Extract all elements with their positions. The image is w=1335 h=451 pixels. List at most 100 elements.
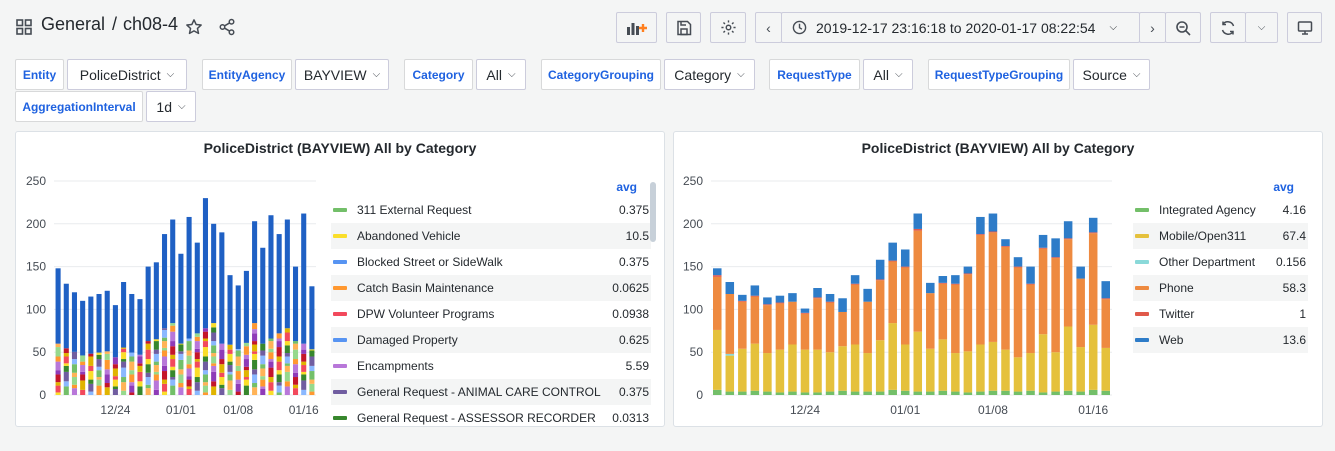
bar-segment[interactable] bbox=[838, 298, 847, 312]
legend-item[interactable]: DPW Volunteer Programs 0.0938 bbox=[331, 301, 651, 327]
bar-segment[interactable] bbox=[129, 392, 135, 395]
bar-segment[interactable] bbox=[186, 338, 192, 342]
bar-segment[interactable] bbox=[292, 384, 299, 389]
bar-segment[interactable] bbox=[202, 341, 209, 348]
bar-segment[interactable] bbox=[194, 352, 200, 360]
bar-segment[interactable] bbox=[170, 385, 176, 395]
bar-segment[interactable] bbox=[301, 380, 307, 390]
bar-segment[interactable] bbox=[63, 365, 69, 372]
bar-segment[interactable] bbox=[80, 355, 86, 362]
bar-segment[interactable] bbox=[1051, 258, 1060, 353]
bar-segment[interactable] bbox=[129, 385, 135, 393]
bar-segment[interactable] bbox=[202, 347, 209, 357]
bar-segment[interactable] bbox=[227, 353, 233, 362]
bar-segment[interactable] bbox=[1013, 266, 1023, 268]
share-icon[interactable] bbox=[217, 17, 237, 37]
variable-select-entity[interactable]: PoliceDistrict ⌵ bbox=[67, 59, 187, 90]
bar-segment[interactable] bbox=[963, 266, 973, 274]
bar-segment[interactable] bbox=[888, 261, 897, 324]
bar-segment[interactable] bbox=[71, 292, 78, 352]
bar-segment[interactable] bbox=[178, 344, 184, 352]
bar-segment[interactable] bbox=[170, 366, 176, 371]
bar-segment[interactable] bbox=[252, 333, 258, 342]
bar-segment[interactable] bbox=[276, 374, 282, 383]
bar-segment[interactable] bbox=[55, 370, 61, 375]
bar-segment[interactable] bbox=[1026, 390, 1035, 395]
bar-segment[interactable] bbox=[276, 338, 282, 342]
bar-segment[interactable] bbox=[963, 273, 973, 275]
bar-segment[interactable] bbox=[938, 283, 948, 340]
bar-segment[interactable] bbox=[825, 302, 835, 353]
bar-segment[interactable] bbox=[186, 368, 192, 377]
bar-segment[interactable] bbox=[276, 361, 282, 371]
cycle-view-mode-button[interactable] bbox=[1287, 12, 1322, 43]
bar-segment[interactable] bbox=[170, 379, 176, 386]
bar-segment[interactable] bbox=[284, 219, 290, 329]
bar-segment[interactable] bbox=[713, 268, 722, 276]
bar-segment[interactable] bbox=[170, 341, 176, 347]
bar-segment[interactable] bbox=[292, 341, 299, 344]
bar-segment[interactable] bbox=[775, 349, 785, 393]
bar-segment[interactable] bbox=[186, 216, 192, 339]
bar-segment[interactable] bbox=[913, 391, 923, 395]
bar-segment[interactable] bbox=[738, 294, 747, 301]
bar-segment[interactable] bbox=[276, 347, 282, 357]
bar-segment[interactable] bbox=[1063, 221, 1073, 239]
bar-segment[interactable] bbox=[1076, 391, 1085, 395]
dashboard-title[interactable]: ch08-4 bbox=[123, 14, 178, 35]
bar-segment[interactable] bbox=[137, 299, 143, 355]
bar-segment[interactable] bbox=[750, 343, 760, 391]
bar-segment[interactable] bbox=[145, 364, 151, 373]
legend-color-swatch[interactable] bbox=[333, 260, 347, 264]
bar-segment[interactable] bbox=[863, 353, 872, 392]
bar-segment[interactable] bbox=[71, 384, 78, 389]
bar-segment[interactable] bbox=[104, 290, 110, 352]
bar-segment[interactable] bbox=[211, 223, 217, 324]
dashboard-settings-button[interactable] bbox=[710, 12, 746, 43]
bar-segment[interactable] bbox=[1038, 234, 1048, 248]
bar-segment[interactable] bbox=[202, 331, 209, 339]
bar-segment[interactable] bbox=[1076, 347, 1085, 392]
bar-segment[interactable] bbox=[268, 341, 274, 349]
bar-segment[interactable] bbox=[96, 352, 102, 355]
bar-segment[interactable] bbox=[145, 359, 151, 365]
legend-color-swatch[interactable] bbox=[333, 416, 347, 420]
bar-segment[interactable] bbox=[202, 392, 209, 395]
bar-segment[interactable] bbox=[1088, 389, 1098, 395]
bar-segment[interactable] bbox=[292, 349, 299, 360]
bar-segment[interactable] bbox=[121, 377, 127, 383]
bar-segment[interactable] bbox=[55, 392, 61, 395]
bar-segment[interactable] bbox=[292, 372, 299, 378]
bar-segment[interactable] bbox=[161, 347, 168, 351]
bar-segment[interactable] bbox=[268, 338, 274, 342]
bar-segment[interactable] bbox=[96, 377, 102, 380]
bar-segment[interactable] bbox=[194, 377, 200, 383]
bar-segment[interactable] bbox=[227, 365, 233, 372]
bar-segment[interactable] bbox=[227, 374, 233, 381]
bar-segment[interactable] bbox=[55, 268, 61, 344]
bar-segment[interactable] bbox=[137, 363, 143, 366]
bar-segment[interactable] bbox=[1001, 349, 1010, 391]
bar-segment[interactable] bbox=[186, 364, 192, 369]
bar-segment[interactable] bbox=[129, 293, 135, 353]
bar-segment[interactable] bbox=[243, 359, 249, 367]
legend-color-swatch[interactable] bbox=[333, 234, 347, 238]
legend-item[interactable]: Catch Basin Maintenance 0.0625 bbox=[331, 275, 651, 301]
bar-segment[interactable] bbox=[775, 303, 785, 350]
bar-segment[interactable] bbox=[55, 343, 61, 348]
bar-segment[interactable] bbox=[104, 369, 110, 375]
bar-segment[interactable] bbox=[301, 371, 307, 375]
legend-item[interactable]: Blocked Street or SideWalk 0.375 bbox=[331, 249, 651, 275]
bar-segment[interactable] bbox=[963, 351, 973, 393]
bar-segment[interactable] bbox=[219, 343, 225, 350]
legend-item[interactable]: General Request - ANIMAL CARE CONTROL 0.3… bbox=[331, 379, 651, 405]
bar-segment[interactable] bbox=[988, 390, 998, 395]
bar-segment[interactable] bbox=[284, 381, 290, 387]
bar-segment[interactable] bbox=[170, 331, 176, 342]
bar-segment[interactable] bbox=[71, 359, 78, 365]
bar-segment[interactable] bbox=[63, 363, 69, 366]
bar-segment[interactable] bbox=[268, 361, 274, 368]
bar-segment[interactable] bbox=[55, 385, 61, 393]
bar-segment[interactable] bbox=[227, 361, 233, 366]
bar-segment[interactable] bbox=[763, 297, 772, 305]
